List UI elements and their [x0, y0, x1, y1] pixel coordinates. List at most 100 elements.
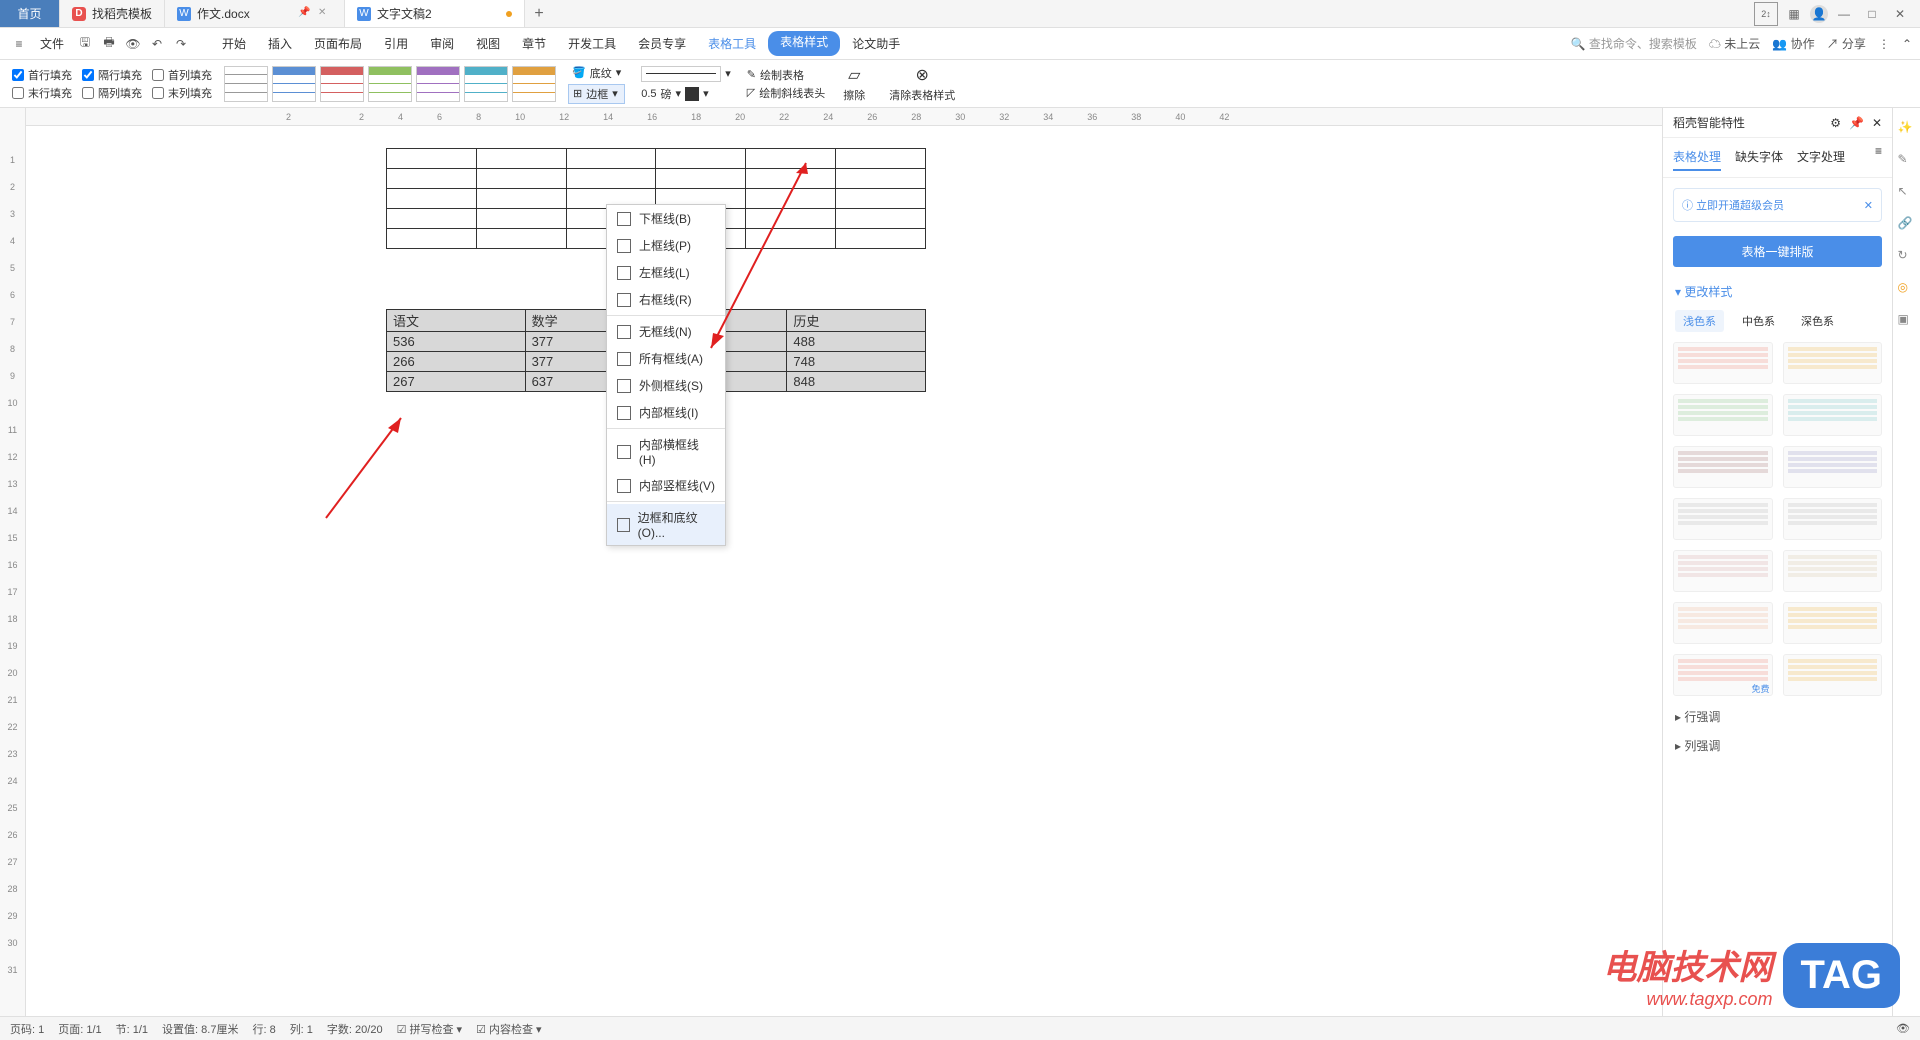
menu-icon[interactable]: ≡	[8, 33, 30, 55]
redo-icon[interactable]: ↷	[170, 33, 192, 55]
tab-template[interactable]: D 找稻壳模板	[60, 0, 165, 27]
style-preset[interactable]	[1783, 550, 1883, 592]
check-alt-col[interactable]: 隔列填充	[82, 85, 142, 101]
style-preset[interactable]: 免费	[1673, 654, 1773, 696]
tab-doc2[interactable]: W 文字文稿2	[345, 0, 525, 27]
menu-tab-insert[interactable]: 插入	[258, 31, 302, 56]
border-menu-item[interactable]: 内部横框线(H)	[607, 431, 725, 472]
menu-tab-review[interactable]: 审阅	[420, 31, 464, 56]
sb-col[interactable]: 列: 1	[290, 1021, 313, 1037]
style-preset[interactable]	[1673, 602, 1773, 644]
style-preset[interactable]	[1673, 342, 1773, 384]
menu-tab-layout[interactable]: 页面布局	[304, 31, 372, 56]
table-cell[interactable]: 536	[387, 332, 526, 352]
menu-tab-member[interactable]: 会员专享	[628, 31, 696, 56]
menu-tab-thesis[interactable]: 论文助手	[842, 31, 910, 56]
shading-dropdown[interactable]: 🪣底纹 ▾	[568, 64, 625, 82]
menu-icon[interactable]: ≡	[1875, 144, 1882, 171]
border-menu-item[interactable]: 内部框线(I)	[607, 399, 725, 426]
apps-icon[interactable]: ▦	[1782, 2, 1806, 26]
magic-icon[interactable]: ✨	[1898, 120, 1916, 138]
border-menu-item[interactable]: 外侧框线(S)	[607, 372, 725, 399]
draw-diagonal-button[interactable]: ◸绘制斜线表头	[747, 85, 825, 101]
avatar-icon[interactable]: 👤	[1810, 5, 1828, 23]
canvas[interactable]: 224681012141618202224262830323436384042 …	[26, 108, 1662, 1016]
check-last-col[interactable]: 末列填充	[152, 85, 212, 101]
pencil-icon[interactable]: ✎	[1898, 152, 1916, 170]
draw-table-button[interactable]: ✎绘制表格	[747, 67, 825, 83]
style-preset[interactable]	[1783, 602, 1883, 644]
check-first-col[interactable]: 首列填充	[152, 67, 212, 83]
erase-button[interactable]: ▱擦除	[837, 63, 871, 105]
menu-tab-table-tools[interactable]: 表格工具	[698, 31, 766, 56]
color-tab-light[interactable]: 浅色系	[1675, 310, 1724, 332]
cloud-status[interactable]: ☁ 未上云	[1709, 35, 1760, 52]
sb-row[interactable]: 行: 8	[252, 1021, 275, 1037]
gear-icon[interactable]: ⚙	[1830, 116, 1841, 130]
border-menu-item[interactable]: 左框线(L)	[607, 259, 725, 286]
close-icon[interactable]: ✕	[318, 7, 332, 21]
close-icon[interactable]: ✕	[1872, 116, 1882, 130]
check-first-row[interactable]: 首行填充	[12, 67, 72, 83]
menu-tab-dev[interactable]: 开发工具	[558, 31, 626, 56]
color-tab-dark[interactable]: 深色系	[1793, 310, 1842, 332]
target-icon[interactable]: ◎	[1898, 280, 1916, 298]
auto-layout-button[interactable]: 表格一键排版	[1673, 236, 1882, 267]
style-preset[interactable]	[1783, 446, 1883, 488]
style-preset[interactable]	[1783, 654, 1883, 696]
refresh-icon[interactable]: ↻	[1898, 248, 1916, 266]
rp-tab-table[interactable]: 表格处理	[1673, 144, 1721, 171]
image-icon[interactable]: ▣	[1898, 312, 1916, 330]
sb-page[interactable]: 页码: 1	[10, 1021, 44, 1037]
save-icon[interactable]: 🖫	[74, 33, 96, 55]
search-hint[interactable]: 🔍 查找命令、搜索模板	[1571, 35, 1697, 52]
line-width[interactable]: 0.5 磅 ▾ ▾	[637, 85, 735, 103]
table-cell[interactable]: 748	[787, 352, 926, 372]
border-menu-item[interactable]: 内部竖框线(V)	[607, 472, 725, 499]
style-preset[interactable]	[1673, 498, 1773, 540]
border-menu-item[interactable]: 无框线(N)	[607, 318, 725, 345]
table-cell[interactable]: 266	[387, 352, 526, 372]
more-icon[interactable]: ⋮	[1878, 37, 1890, 51]
border-menu-item[interactable]: 上框线(P)	[607, 232, 725, 259]
line-style-dropdown[interactable]: ▾	[637, 65, 735, 83]
style-preset[interactable]	[1673, 550, 1773, 592]
clear-style-button[interactable]: ⊗清除表格样式	[883, 63, 961, 105]
collapse-icon[interactable]: ⌃	[1902, 37, 1912, 51]
change-style-section[interactable]: ▾ 更改样式	[1663, 277, 1892, 306]
table-style-gallery[interactable]	[224, 66, 556, 102]
col-emphasis-section[interactable]: ▸ 列强调	[1663, 731, 1892, 760]
color-swatch[interactable]	[685, 87, 699, 101]
close-icon[interactable]: ✕	[1864, 199, 1873, 212]
sb-spell[interactable]: ☑ 拼写检查 ▾	[397, 1021, 463, 1037]
minimize-icon[interactable]: —	[1832, 2, 1856, 26]
color-tab-medium[interactable]: 中色系	[1734, 310, 1783, 332]
check-alt-row[interactable]: 隔行填充	[82, 67, 142, 83]
share-button[interactable]: ↗ 分享	[1827, 35, 1866, 52]
sb-words[interactable]: 字数: 20/20	[327, 1021, 383, 1037]
check-last-row[interactable]: 末行填充	[12, 85, 72, 101]
table-cell[interactable]: 488	[787, 332, 926, 352]
maximize-icon[interactable]: □	[1860, 2, 1884, 26]
border-menu-item[interactable]: 右框线(R)	[607, 286, 725, 313]
link-icon[interactable]: 🔗	[1898, 216, 1916, 234]
undo-icon[interactable]: ↶	[146, 33, 168, 55]
tab-add[interactable]: +	[525, 0, 553, 27]
sb-content[interactable]: ☑ 内容检查 ▾	[476, 1021, 542, 1037]
cursor-icon[interactable]: ↖	[1898, 184, 1916, 202]
sb-section[interactable]: 节: 1/1	[116, 1021, 148, 1037]
view-icon[interactable]: 👁	[1896, 1022, 1910, 1035]
style-preset[interactable]	[1783, 342, 1883, 384]
close-icon[interactable]: ✕	[1888, 2, 1912, 26]
border-menu-item[interactable]: 边框和底纹(O)...	[607, 504, 725, 545]
menu-tab-start[interactable]: 开始	[212, 31, 256, 56]
tab-home[interactable]: 首页	[0, 0, 60, 27]
tab-doc1[interactable]: W 作文.docx 📌 ✕	[165, 0, 345, 27]
sb-pages[interactable]: 页面: 1/1	[58, 1021, 101, 1037]
border-menu-item[interactable]: 所有框线(A)	[607, 345, 725, 372]
style-preset[interactable]	[1673, 394, 1773, 436]
promo-banner[interactable]: ⓘ 立即开通超级会员 ✕	[1673, 188, 1882, 222]
tab-pin-icon[interactable]: 📌	[298, 7, 312, 21]
border-menu-item[interactable]: 下框线(B)	[607, 205, 725, 232]
print-icon[interactable]: 🖶	[98, 33, 120, 55]
